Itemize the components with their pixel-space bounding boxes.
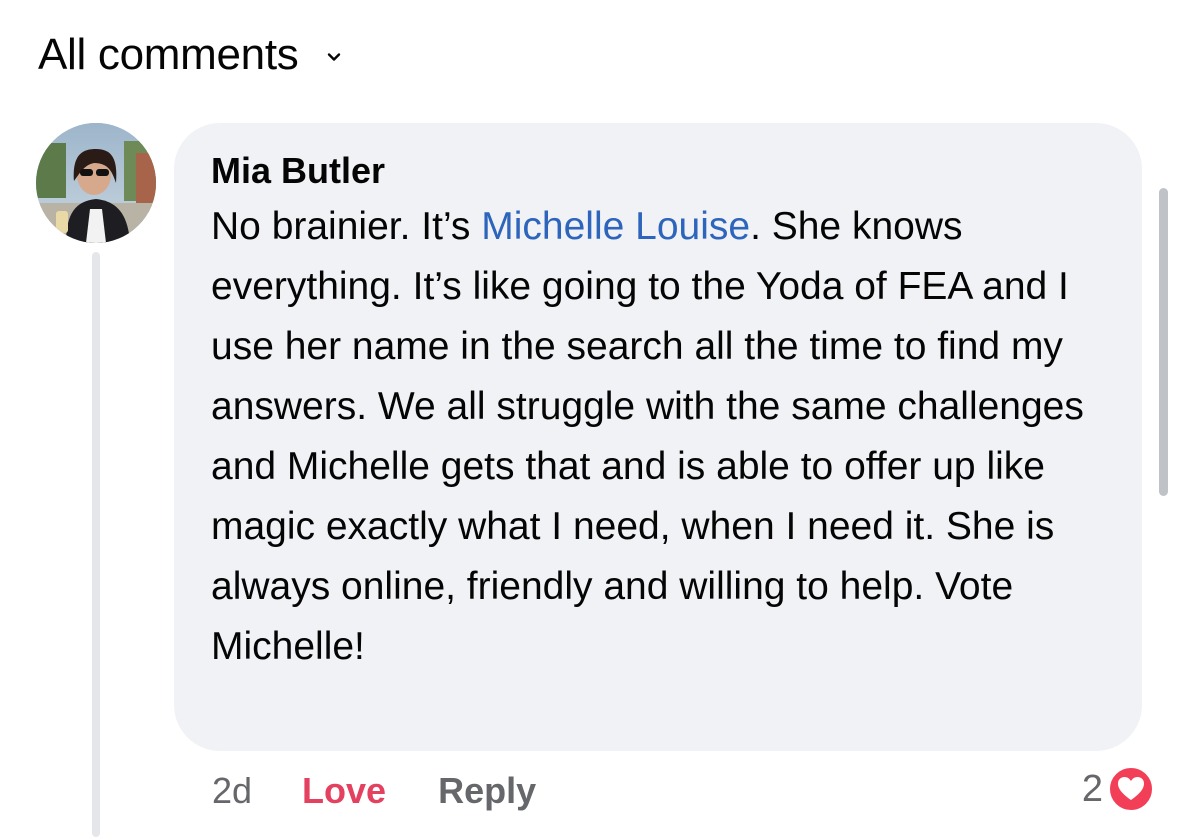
chevron-down-icon: [328, 53, 341, 61]
reply-button[interactable]: Reply: [438, 770, 536, 812]
comment-text: No brainier. It’s Michelle Louise. She k…: [211, 197, 1111, 677]
love-reaction-icon: [1108, 766, 1154, 812]
scrollbar[interactable]: [1159, 188, 1168, 496]
comments-filter-label: All comments: [38, 30, 299, 79]
avatar-photo: [36, 123, 156, 243]
love-button[interactable]: Love: [302, 770, 386, 812]
comment-text-start: No brainier. It’s: [211, 205, 482, 248]
comment-author[interactable]: Mia Butler: [211, 149, 1112, 193]
comments-filter-dropdown[interactable]: All comments: [38, 30, 342, 80]
comments-page: All comments Mia Butler No brainier. It’…: [0, 0, 1179, 837]
mention-link[interactable]: Michelle Louise: [481, 205, 750, 248]
comment-timestamp[interactable]: 2d: [212, 770, 252, 812]
reaction-count: 2: [1081, 767, 1103, 810]
avatar[interactable]: [36, 123, 156, 243]
reactions-summary[interactable]: 2: [1082, 765, 1155, 813]
comment-actions: 2d Love Reply: [212, 766, 536, 816]
thread-line: [92, 252, 100, 837]
comment-text-end: . She knows everything. It’s like going …: [211, 205, 1084, 668]
comment-bubble: Mia Butler No brainier. It’s Michelle Lo…: [174, 123, 1142, 751]
